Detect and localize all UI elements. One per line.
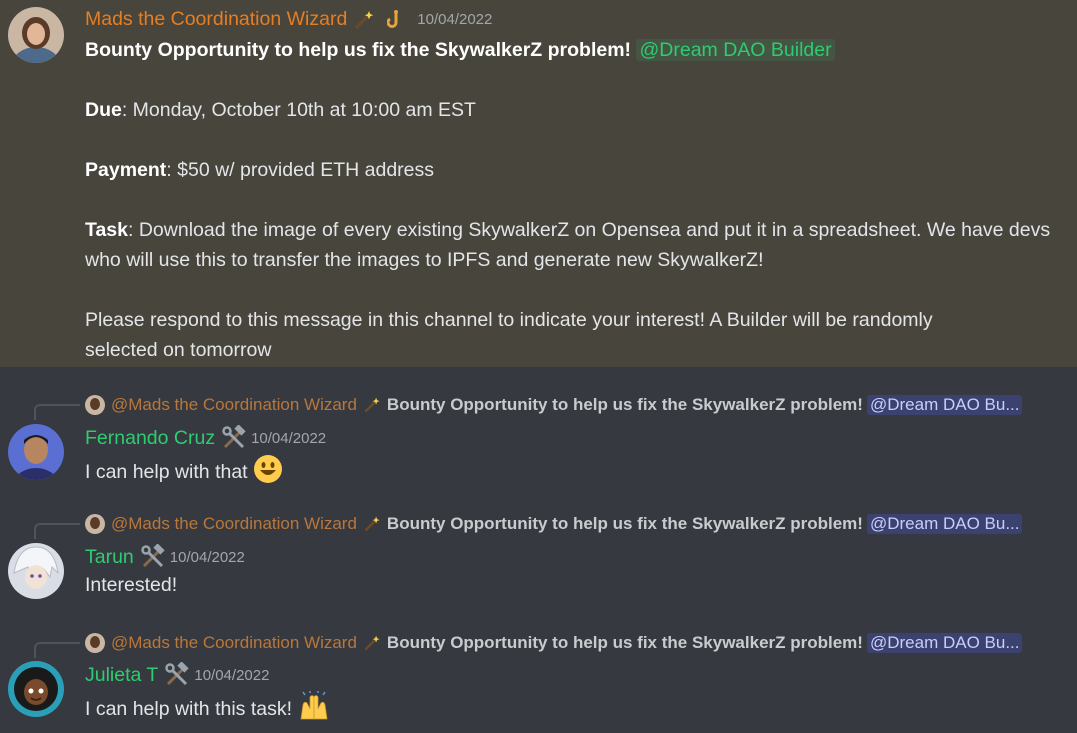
reply-preview: Bounty Opportunity to help us fix the Sk… <box>386 395 863 414</box>
payment-line: Payment: $50 w/ provided ETH address <box>85 155 1065 185</box>
hook-icon <box>387 9 405 31</box>
reply-spine <box>34 523 80 539</box>
message-text: I can help with this task! <box>85 697 293 720</box>
message-header: Fernando Cruz 10/04/2022 <box>85 425 326 451</box>
avatar[interactable] <box>8 424 64 480</box>
hammer-wrench-icon <box>140 544 166 570</box>
message-title: Bounty Opportunity to help us fix the Sk… <box>85 39 632 61</box>
message-header: Tarun 10/04/2022 <box>85 544 245 570</box>
author-name[interactable]: Mads the Coordination Wizard <box>85 8 347 31</box>
wand-icon <box>363 634 381 652</box>
role-mention[interactable]: @Dream DAO Builder <box>636 39 835 61</box>
avatar[interactable] <box>8 661 64 717</box>
wand-icon <box>363 396 381 414</box>
role-mention[interactable]: @Dream DAO Bu... <box>866 395 1023 415</box>
timestamp: 10/04/2022 <box>417 11 493 28</box>
message-content: I can help with this task! <box>85 691 331 727</box>
due-label: Due <box>85 99 122 121</box>
reply-author[interactable]: @Mads the Coordination Wizard <box>111 514 357 534</box>
payment-value: : $50 w/ provided ETH address <box>166 159 435 181</box>
payment-label: Payment <box>85 159 167 181</box>
reply-reference[interactable]: @Mads the Coordination Wizard Bounty Opp… <box>85 511 1060 537</box>
message-text: Interested! <box>85 574 178 596</box>
reply-spine <box>34 404 80 420</box>
reply-message: @Mads the Coordination Wizard Bounty Opp… <box>0 486 1077 605</box>
wand-icon <box>353 9 375 31</box>
timestamp: 10/04/2022 <box>169 548 245 566</box>
avatar[interactable] <box>8 7 64 63</box>
reply-avatar <box>85 633 105 653</box>
message-content: I can help with that <box>85 454 283 490</box>
avatar[interactable] <box>8 543 64 599</box>
reply-message: @Mads the Coordination Wizard Bounty Opp… <box>0 605 1077 733</box>
smiley-face-icon <box>253 454 283 490</box>
reply-avatar <box>85 514 105 534</box>
reply-avatar <box>85 395 105 415</box>
message-header: Julieta T 10/04/2022 <box>85 662 269 688</box>
author-name[interactable]: Fernando Cruz <box>85 427 215 450</box>
hammer-wrench-icon <box>221 425 247 451</box>
message-header: Mads the Coordination Wizard 10/04/2022 <box>85 8 492 31</box>
raised-hands-icon <box>297 691 331 727</box>
reply-author[interactable]: @Mads the Coordination Wizard <box>111 633 357 653</box>
message-title-line: Bounty Opportunity to help us fix the Sk… <box>85 35 1065 65</box>
due-value: : Monday, October 10th at 10:00 am EST <box>121 99 476 121</box>
task-line: Task: Download the image of every existi… <box>85 215 1065 275</box>
message-content: Interested! <box>85 574 177 597</box>
reply-reference[interactable]: @Mads the Coordination Wizard Bounty Opp… <box>85 630 1060 656</box>
main-message: Mads the Coordination Wizard 10/04/2022 … <box>0 0 1077 367</box>
author-name[interactable]: Tarun <box>85 546 134 569</box>
message-text: I can help with that <box>85 460 248 483</box>
hammer-wrench-icon <box>164 662 190 688</box>
reply-preview: Bounty Opportunity to help us fix the Sk… <box>386 514 863 533</box>
reply-message: @Mads the Coordination Wizard Bounty Opp… <box>0 367 1077 486</box>
author-name[interactable]: Julieta T <box>85 664 158 687</box>
timestamp: 10/04/2022 <box>251 429 327 447</box>
wand-icon <box>363 515 381 533</box>
message-content: Bounty Opportunity to help us fix the Sk… <box>85 35 1065 365</box>
role-mention[interactable]: @Dream DAO Bu... <box>866 633 1023 653</box>
timestamp: 10/04/2022 <box>194 666 270 684</box>
reply-reference[interactable]: @Mads the Coordination Wizard Bounty Opp… <box>85 392 1060 418</box>
task-value: : Download the image of every existing S… <box>85 219 1051 271</box>
reply-author[interactable]: @Mads the Coordination Wizard <box>111 395 357 415</box>
reply-spine <box>34 642 80 658</box>
closing-line: Please respond to this message in this c… <box>85 309 933 361</box>
reply-preview: Bounty Opportunity to help us fix the Sk… <box>386 633 863 652</box>
task-label: Task <box>85 219 128 241</box>
due-line: Due: Monday, October 10th at 10:00 am ES… <box>85 95 1065 125</box>
role-mention[interactable]: @Dream DAO Bu... <box>866 514 1023 534</box>
